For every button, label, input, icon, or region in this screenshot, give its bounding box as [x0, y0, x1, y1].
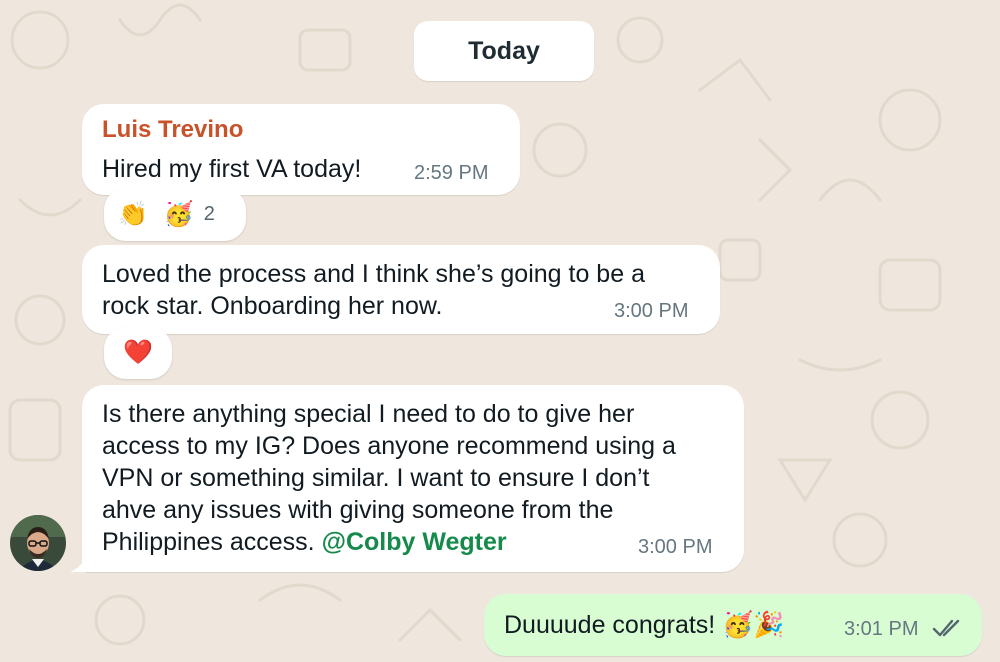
bubble-tail	[70, 552, 94, 572]
message-text-line: VPN or something similar. I want to ensu…	[102, 464, 650, 492]
message-time: 3:00 PM	[614, 300, 689, 322]
message-time: 3:01 PM	[844, 618, 919, 640]
avatar[interactable]	[10, 515, 66, 571]
message-text: Duuuude congrats! 🥳🎉	[504, 611, 785, 639]
profile-photo-icon	[10, 515, 66, 571]
message-text-line: access to my IG? Does anyone recommend u…	[102, 432, 676, 460]
red-heart-emoji: ❤️	[123, 339, 153, 366]
reaction-count: 2	[203, 203, 215, 225]
party-face-emoji: 🥳	[163, 200, 194, 228]
user-mention[interactable]: @Colby Wegter	[322, 528, 507, 556]
message-bubble[interactable]: Is there anything special I need to do t…	[82, 385, 744, 572]
message-text-line: Loved the process and I think she’s goin…	[102, 260, 645, 288]
sender-name[interactable]: Luis Trevino	[102, 116, 243, 144]
message-bubble[interactable]: Loved the process and I think she’s goin…	[82, 245, 720, 334]
outgoing-message-bubble[interactable]: Duuuude congrats! 🥳🎉 3:01 PM	[484, 594, 982, 656]
reactions-badge[interactable]: ❤️	[104, 327, 172, 379]
double-check-icon	[932, 619, 960, 637]
message-text: Hired my first VA today!	[102, 155, 362, 183]
date-separator: Today	[414, 21, 594, 81]
message-text-line: rock star. Onboarding her now.	[102, 292, 443, 320]
reactions-badge[interactable]: 👏 🥳 2	[104, 188, 246, 241]
message-text-line: Philippines access. @Colby Wegter	[102, 526, 507, 558]
message-text-line: ahve any issues with giving someone from…	[102, 496, 614, 524]
message-bubble[interactable]: Luis Trevino Hired my first VA today! 2:…	[82, 104, 520, 195]
message-text-fragment: Philippines access.	[102, 528, 322, 556]
message-text-line: Is there anything special I need to do t…	[102, 400, 635, 428]
clapping-hands-emoji: 👏	[118, 200, 148, 228]
message-time: 3:00 PM	[638, 536, 713, 558]
message-time: 2:59 PM	[414, 162, 489, 184]
